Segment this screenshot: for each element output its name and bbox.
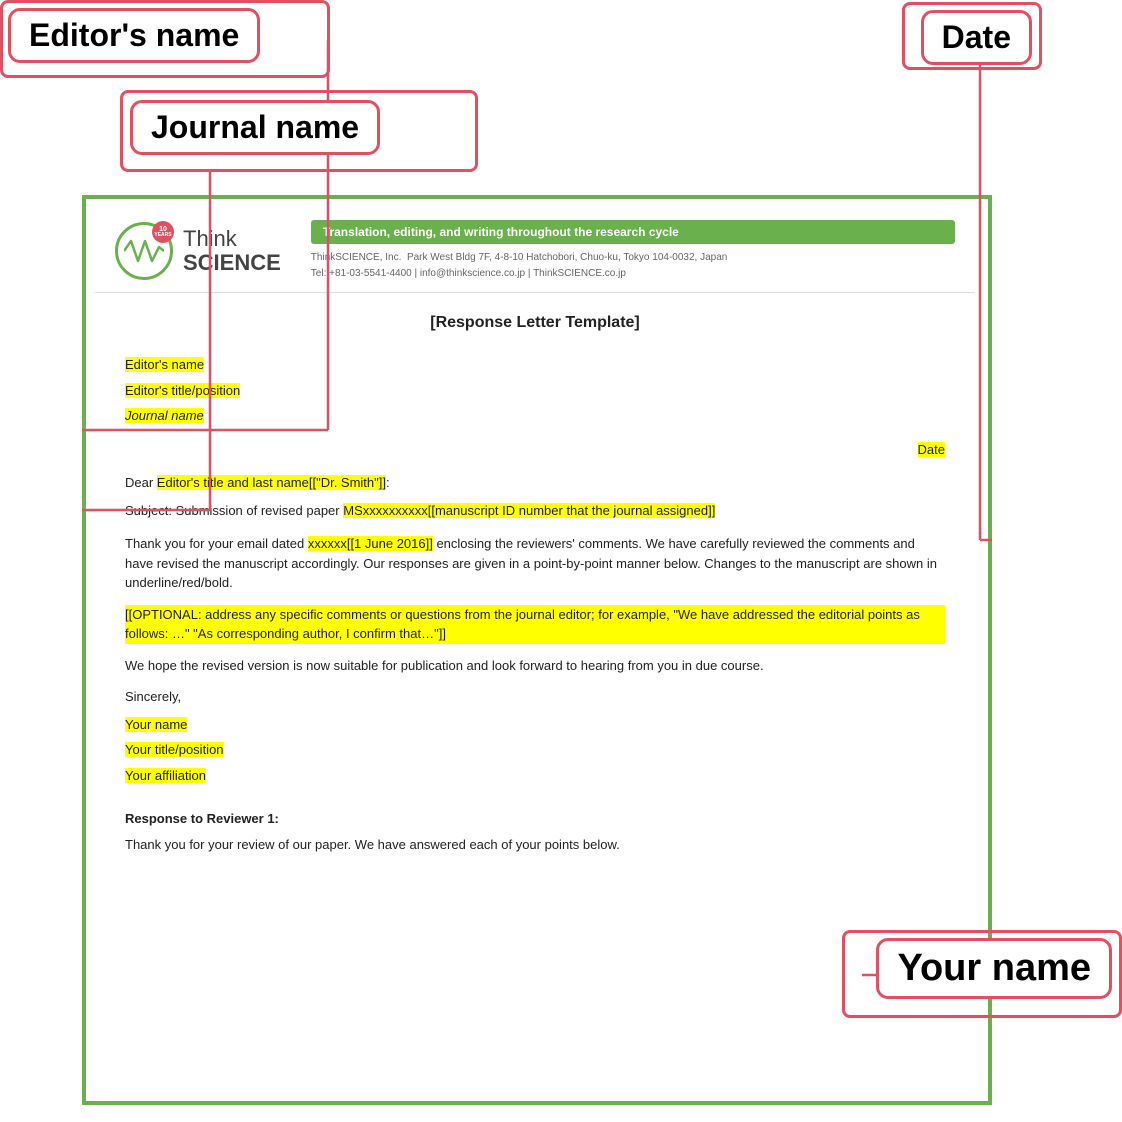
journal-name-label: Journal name: [130, 100, 380, 155]
your-affiliation-field: Your affiliation: [125, 766, 945, 786]
your-name-label: Your name: [876, 938, 1112, 999]
subject-line: Subject: Submission of revised paper MSx…: [125, 501, 945, 521]
body-paragraph-1: Thank you for your email dated xxxxxx[[1…: [125, 534, 945, 593]
ts-logo-icon: 10 YEARS: [115, 222, 173, 280]
date-field: Date: [125, 440, 945, 460]
editors-name-field: Editor's name: [125, 355, 945, 375]
ts-header: 10 YEARS Think SCIENCE Translation, edit…: [95, 210, 975, 293]
editors-title-highlight: Editor's title/position: [125, 383, 240, 398]
ts-think-text: Think: [183, 227, 281, 251]
ts-logo: 10 YEARS Think SCIENCE: [115, 220, 281, 282]
ts-address: ThinkSCIENCE, Inc. Park West Bldg 7F, 4-…: [311, 250, 955, 282]
ts-years-badge: 10 YEARS: [152, 221, 174, 243]
editors-name-label: Editor's name: [8, 8, 260, 63]
your-affiliation-highlight: Your affiliation: [125, 768, 206, 783]
response-body: Thank you for your review of our paper. …: [125, 835, 945, 855]
ts-science-text: SCIENCE: [183, 251, 281, 275]
letter-body: [Response Letter Template] Editor's name…: [95, 311, 975, 886]
hope-paragraph: We hope the revised version is now suita…: [125, 656, 945, 676]
letter-title: [Response Letter Template]: [125, 311, 945, 335]
optional-block: [[OPTIONAL: address any specific comment…: [125, 605, 945, 644]
dear-highlight: Editor's title and last name[["Dr. Smith…: [157, 475, 386, 490]
response-header: Response to Reviewer 1:: [125, 809, 945, 829]
ts-right-block: Translation, editing, and writing throug…: [311, 220, 955, 282]
your-name-highlight: Your name: [125, 717, 187, 732]
editors-name-highlight: Editor's name: [125, 357, 204, 372]
date-label: Date: [921, 10, 1032, 65]
your-name-field: Your name: [125, 715, 945, 735]
subject-highlight: MSxxxxxxxxxx[[manuscript ID number that …: [343, 503, 715, 518]
dear-line: Dear Editor's title and last name[["Dr. …: [125, 473, 945, 493]
ts-tagline: Translation, editing, and writing throug…: [311, 220, 955, 244]
your-title-highlight: Your title/position: [125, 742, 224, 757]
date-ref-highlight: xxxxxx[[1 June 2016]]: [308, 536, 433, 551]
editors-title-field: Editor's title/position: [125, 381, 945, 401]
ts-logo-text: Think SCIENCE: [183, 227, 281, 275]
journal-name-field: Journal name: [125, 406, 945, 426]
ts-logo-circle: 10 YEARS: [115, 222, 173, 280]
date-highlight: Date: [918, 442, 945, 457]
sincerely-line: Sincerely,: [125, 687, 945, 707]
document-wrapper: 10 YEARS Think SCIENCE Translation, edit…: [95, 210, 975, 886]
journal-name-highlight: Journal name: [125, 408, 204, 423]
your-title-field: Your title/position: [125, 740, 945, 760]
